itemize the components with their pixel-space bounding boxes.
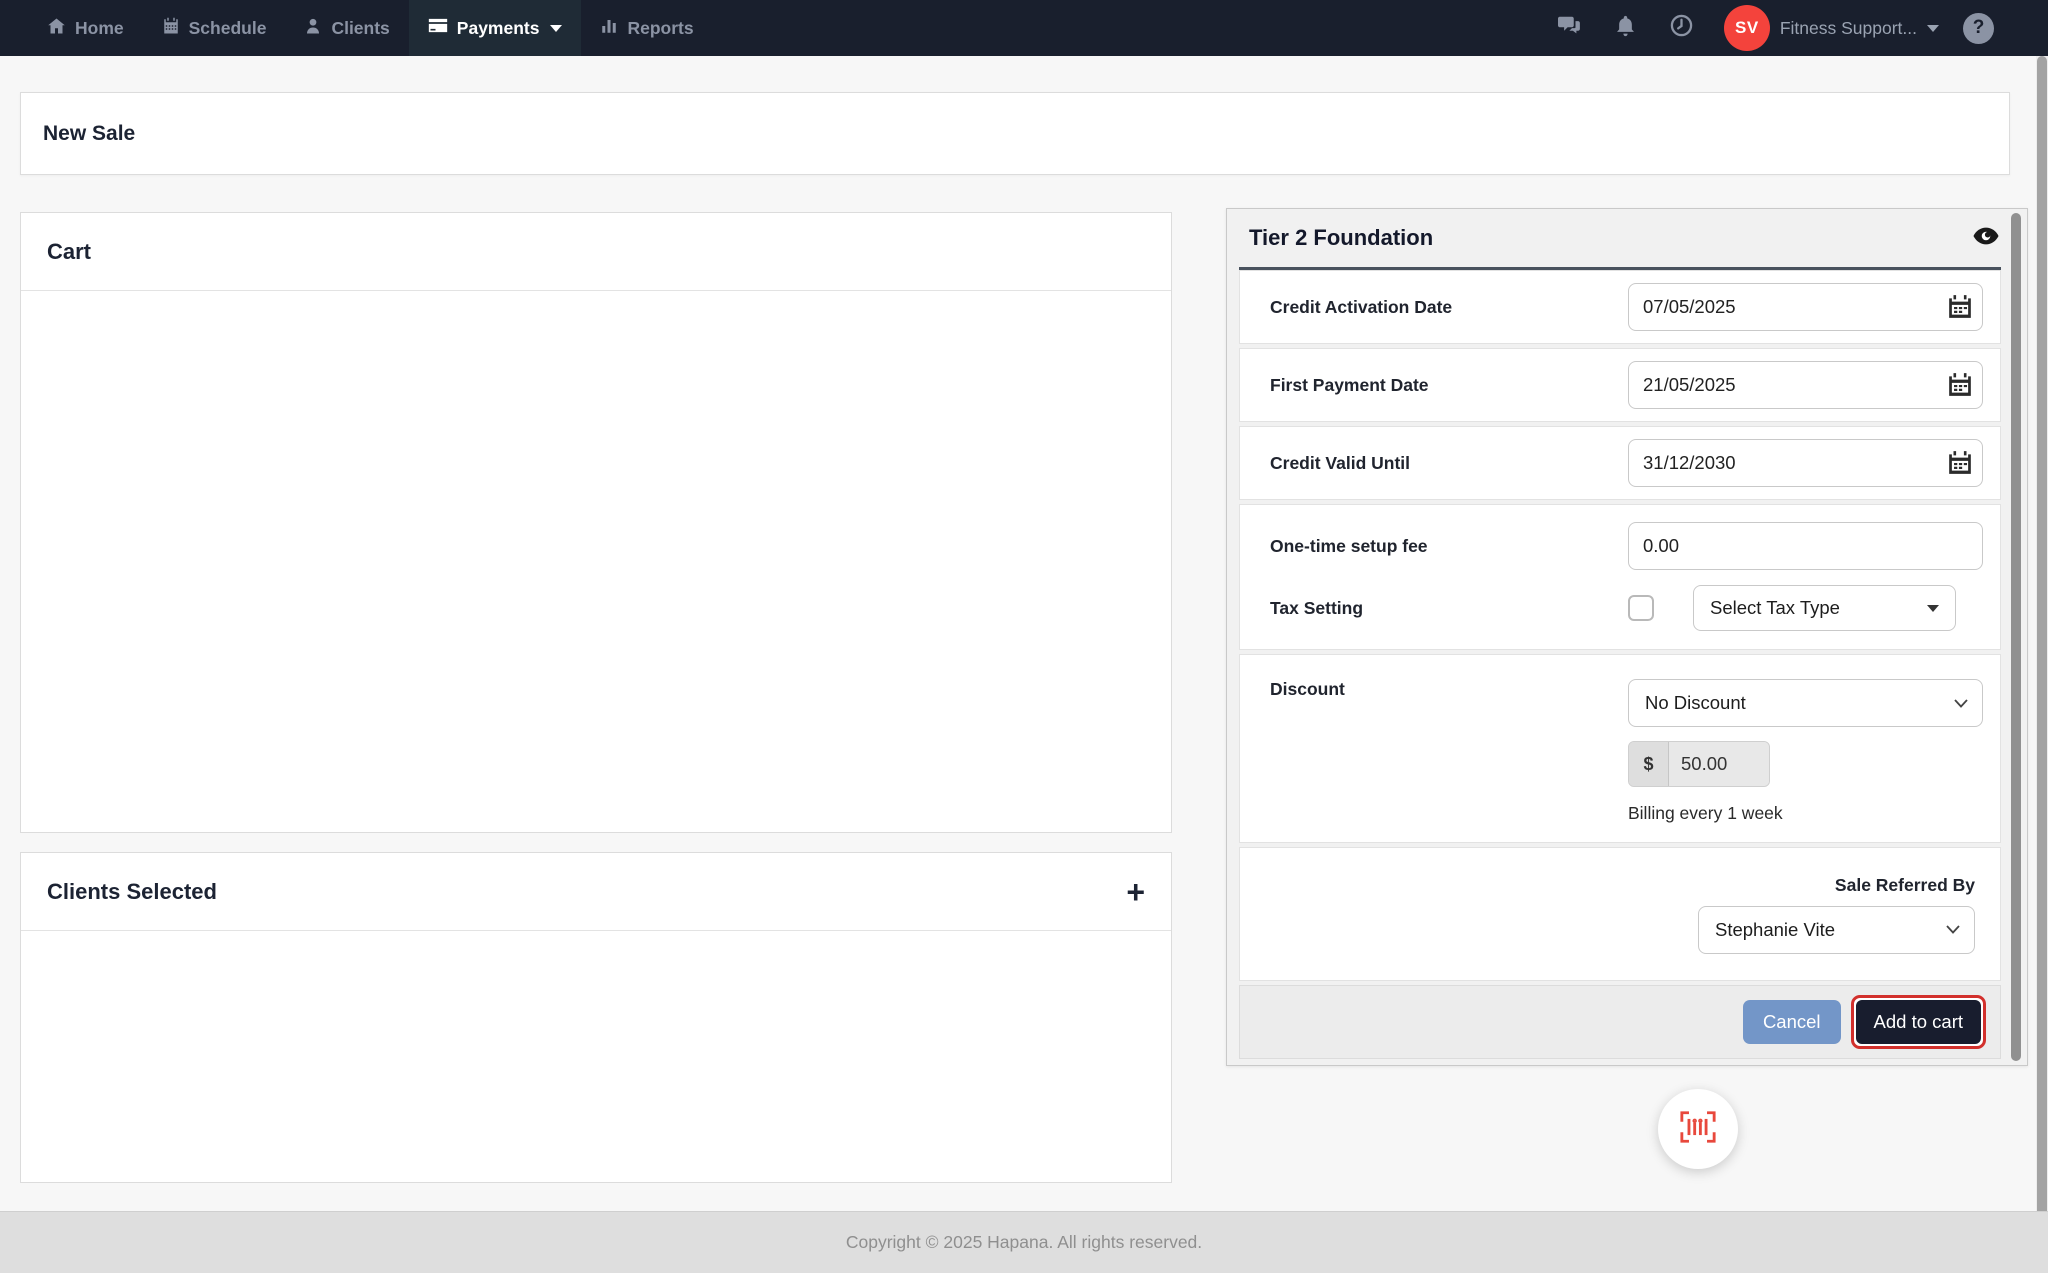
credit-activation-date-row: Credit Activation Date [1239,270,2001,344]
credit-valid-until-row: Credit Valid Until [1239,426,2001,500]
page-title-card: New Sale [20,92,2010,175]
product-title: Tier 2 Foundation [1249,225,1433,251]
setup-fee-label: One-time setup fee [1270,536,1628,557]
panel-scrollbar-thumb[interactable] [2011,213,2021,1061]
credit-valid-until-field [1628,439,1983,487]
page-scrollbar-track[interactable] [2036,56,2048,1273]
nav-item-payments[interactable]: Payments [409,0,582,56]
nav-item-reports[interactable]: Reports [581,0,712,56]
billing-frequency-note: Billing every 1 week [1628,803,1983,824]
account-menu[interactable]: Fitness Support... [1780,18,1939,39]
nav-item-label: Schedule [189,18,267,39]
cart-title: Cart [47,239,91,265]
nav-item-label: Home [75,18,124,39]
discount-amount-field: $ [1628,741,1770,787]
sale-referred-select[interactable]: Stephanie Vite [1698,906,1975,954]
add-to-cart-highlight-ring: Add to cart [1851,995,1986,1049]
top-navbar: Home Schedule Clients Payments Reports [0,0,2048,56]
discount-row: Discount No Discount $ Billing every 1 w… [1239,654,2001,843]
add-to-cart-button[interactable]: Add to cart [1856,1000,1981,1044]
tax-setting-label: Tax Setting [1270,598,1628,619]
discount-select-value: No Discount [1645,692,1746,714]
clients-selected-title: Clients Selected [47,879,217,905]
first-payment-date-label: First Payment Date [1270,375,1628,396]
barcode-scanner-icon [1677,1108,1719,1151]
setup-fee-field [1628,522,1983,570]
clients-selected-card: Clients Selected + [20,852,1172,1183]
bell-icon [1615,15,1636,42]
nav-item-home[interactable]: Home [28,0,143,56]
discount-line: Discount No Discount [1270,679,1983,727]
discount-select[interactable]: No Discount [1628,679,1983,727]
site-footer: Copyright © 2025 Hapana. All rights rese… [0,1211,2048,1273]
credit-activation-date-field [1628,283,1983,331]
chevron-down-icon [550,25,562,32]
page-scrollbar-thumb[interactable] [2037,56,2047,1261]
navbar-right: SV Fitness Support... ? [1539,5,1994,51]
avatar[interactable]: SV [1724,5,1770,51]
credit-activation-date-label: Credit Activation Date [1270,297,1628,318]
credit-valid-until-label: Credit Valid Until [1270,453,1628,474]
tax-setting-subrow: Tax Setting Select Tax Type [1240,577,2000,649]
nav-item-clients[interactable]: Clients [285,0,408,56]
first-payment-date-row: First Payment Date [1239,348,2001,422]
copyright-text: Copyright © 2025 Hapana. All rights rese… [846,1232,1202,1253]
sale-referred-select-value: Stephanie Vite [1715,919,1835,941]
tax-setting-controls: Select Tax Type [1628,585,1983,631]
nav-item-label: Reports [627,18,693,39]
product-config-panel: Tier 2 Foundation Credit Activation Date… [1226,208,2028,1066]
add-client-button[interactable]: + [1126,876,1145,908]
tax-type-select[interactable]: Select Tax Type [1693,585,1956,631]
page-title: New Sale [43,122,135,146]
nav-item-schedule[interactable]: Schedule [143,0,286,56]
clock-icon [1670,14,1693,42]
bar-chart-icon [600,17,618,40]
credit-card-icon [428,17,448,39]
cart-card: Cart [20,212,1172,833]
currency-prefix: $ [1629,742,1669,786]
tax-setting-checkbox[interactable] [1628,595,1654,621]
cancel-button[interactable]: Cancel [1743,1000,1841,1044]
calendar-icon[interactable] [1947,450,1973,481]
notifications-button[interactable] [1598,15,1653,42]
calendar-icon[interactable] [1947,372,1973,403]
cart-header: Cart [21,213,1171,291]
barcode-scan-button[interactable] [1658,1089,1738,1169]
discount-amount-group: $ [1628,741,1983,787]
chat-icon [1556,15,1581,41]
chevron-down-icon [1954,699,1968,708]
messages-button[interactable] [1539,15,1598,41]
eye-icon[interactable] [1973,227,1999,250]
sale-referred-label: Sale Referred By [1835,875,1975,896]
person-icon [304,17,322,40]
panel-header: Tier 2 Foundation [1227,209,2027,267]
clients-selected-header: Clients Selected + [21,853,1171,931]
account-name-label: Fitness Support... [1780,18,1917,39]
credit-activation-date-input[interactable] [1628,283,1983,331]
avatar-initials: SV [1735,18,1759,38]
panel-footer: Cancel Add to cart [1239,985,2001,1059]
home-icon [47,17,66,40]
credit-valid-until-input[interactable] [1628,439,1983,487]
help-button[interactable]: ? [1963,13,1994,44]
first-payment-date-input[interactable] [1628,361,1983,409]
tax-type-select-value: Select Tax Type [1710,597,1840,619]
discount-label: Discount [1270,679,1628,700]
fee-and-tax-row: One-time setup fee Tax Setting Select Ta… [1239,504,2001,650]
chevron-down-icon [1927,25,1939,32]
sale-referred-row: Sale Referred By Stephanie Vite [1239,847,2001,981]
discount-amount-input[interactable] [1669,742,1769,786]
nav-item-label: Payments [457,18,540,39]
setup-fee-subrow: One-time setup fee [1240,505,2000,577]
calendar-icon [162,17,180,40]
panel-rows: Credit Activation Date First Payment Dat… [1239,270,2001,981]
question-mark-icon: ? [1973,17,1985,39]
first-payment-date-field [1628,361,1983,409]
history-button[interactable] [1653,14,1710,42]
nav-item-label: Clients [331,18,389,39]
setup-fee-input[interactable] [1628,522,1983,570]
chevron-down-icon [1946,925,1960,934]
chevron-down-icon [1927,605,1939,612]
calendar-icon[interactable] [1947,294,1973,325]
